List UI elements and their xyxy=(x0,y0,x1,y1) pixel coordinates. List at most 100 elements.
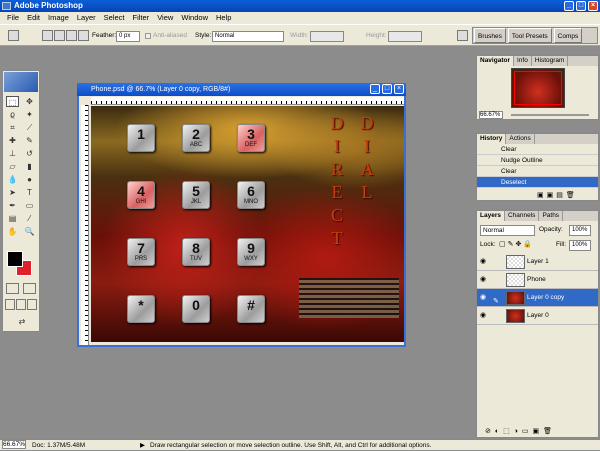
tab-channels[interactable]: Channels xyxy=(505,211,540,221)
menu-view[interactable]: View xyxy=(153,12,177,24)
status-doc-size[interactable]: Doc: 1.37M/5.48M xyxy=(32,440,85,451)
eyedropper-tool-icon[interactable]: ⁄ xyxy=(23,213,36,224)
navigator-view-box[interactable] xyxy=(514,71,562,105)
status-arrow-icon[interactable]: ▶ xyxy=(140,440,145,451)
marquee-tool-icon[interactable]: ⬚ xyxy=(6,96,19,107)
minimize-button[interactable]: _ xyxy=(564,1,574,11)
crop-tool-icon[interactable]: ⌗ xyxy=(6,122,19,133)
clone-stamp-icon[interactable]: ⊥ xyxy=(6,148,19,159)
slice-tool-icon[interactable]: ⟋ xyxy=(23,122,36,133)
menu-layer[interactable]: Layer xyxy=(73,12,100,24)
marquee-preset-icon[interactable] xyxy=(8,30,19,41)
fill-input[interactable]: 100% xyxy=(569,240,591,251)
menu-help[interactable]: Help xyxy=(212,12,235,24)
move-tool-icon[interactable]: ✥ xyxy=(23,96,36,107)
image-canvas[interactable]: 1 2 ABC 3 DEF 4 GHI 5 JKL 6 MNO 7 PRS 8 TUV 9 WXY * 0 # DIR… xyxy=(91,106,404,342)
doc-minimize-button[interactable]: _ xyxy=(370,84,380,94)
status-zoom-field[interactable]: 66.67% xyxy=(2,440,26,449)
navigator-zoom-field[interactable]: 66.67% xyxy=(479,111,503,119)
add-selection-icon[interactable] xyxy=(54,30,65,41)
vertical-ruler[interactable] xyxy=(81,105,89,345)
navigator-thumbnail[interactable] xyxy=(511,68,565,108)
magic-wand-tool-icon[interactable]: ✦ xyxy=(23,109,36,120)
eraser-tool-icon[interactable]: ▱ xyxy=(6,161,19,172)
eye-icon[interactable]: ◉ xyxy=(480,294,489,301)
jump-to-imageready-icon[interactable]: ⇄ xyxy=(13,316,31,327)
menu-image[interactable]: Image xyxy=(44,12,73,24)
close-button[interactable]: × xyxy=(588,1,598,11)
doc-maximize-button[interactable]: □ xyxy=(382,84,392,94)
screen-mode-standard-icon[interactable] xyxy=(5,299,15,310)
menu-file[interactable]: File xyxy=(3,12,23,24)
history-item[interactable]: Clear xyxy=(477,166,598,177)
foreground-color-swatch[interactable] xyxy=(7,251,23,267)
history-item[interactable]: Nudge Outline xyxy=(477,155,598,166)
feather-label: Feather: xyxy=(92,32,117,39)
tab-navigator[interactable]: Navigator xyxy=(477,56,514,66)
key-letters: TUV xyxy=(190,256,202,262)
type-tool-icon[interactable]: T xyxy=(23,187,36,198)
lasso-tool-icon[interactable]: ϱ xyxy=(6,109,19,120)
quick-mask-icon[interactable] xyxy=(23,283,36,294)
history-item-label: Deselect xyxy=(501,179,527,186)
tab-paths[interactable]: Paths xyxy=(539,211,564,221)
anti-aliased-checkbox[interactable] xyxy=(145,33,151,39)
horizontal-ruler[interactable] xyxy=(91,97,404,105)
layer-row-selected[interactable]: ◉ ✎ Layer 0 copy xyxy=(477,289,598,307)
path-selection-icon[interactable]: ➤ xyxy=(6,187,19,198)
shape-tool-icon[interactable]: ▭ xyxy=(23,200,36,211)
width-input[interactable] xyxy=(310,31,344,42)
tab-actions[interactable]: Actions xyxy=(506,134,535,144)
intersect-selection-icon[interactable] xyxy=(78,30,89,41)
eye-icon[interactable]: ◉ xyxy=(480,258,489,265)
navigator-zoom-slider[interactable] xyxy=(511,114,589,116)
blend-mode-select[interactable]: Normal xyxy=(480,225,535,236)
standard-mode-icon[interactable] xyxy=(6,283,19,294)
new-selection-icon[interactable] xyxy=(42,30,53,41)
lock-icons[interactable]: ▢✎✥🔒 xyxy=(499,240,534,248)
tab-history[interactable]: History xyxy=(477,134,507,144)
layer-row[interactable]: ◉ Layer 1 xyxy=(477,253,598,271)
menu-edit[interactable]: Edit xyxy=(23,12,44,24)
menu-filter[interactable]: Filter xyxy=(129,12,154,24)
eye-icon[interactable]: ◉ xyxy=(480,312,489,319)
doc-close-button[interactable]: × xyxy=(394,84,404,94)
menu-select[interactable]: Select xyxy=(100,12,129,24)
history-item[interactable]: Clear xyxy=(477,144,598,155)
history-actions-icons[interactable]: ▣▣▤🗑 xyxy=(537,192,597,200)
blur-tool-icon[interactable]: 💧 xyxy=(6,174,19,185)
tab-layers[interactable]: Layers xyxy=(477,211,505,221)
layer-row[interactable]: ◉ Layer 0 xyxy=(477,307,598,325)
style-select[interactable]: Normal xyxy=(212,31,284,42)
layers-footer-icons[interactable]: ⊘◐⬚◑▭▣🗑 xyxy=(485,427,597,436)
dodge-tool-icon[interactable]: ● xyxy=(23,174,36,185)
opacity-input[interactable]: 100% xyxy=(569,225,591,236)
document-title-bar[interactable]: Phone.psd @ 66.7% (Layer 0 copy, RGB/8#)… xyxy=(77,83,406,96)
screen-mode-full-icon[interactable] xyxy=(27,299,37,310)
history-brush-icon[interactable]: ↺ xyxy=(23,148,36,159)
screen-mode-menubar-icon[interactable] xyxy=(16,299,26,310)
palette-well-icon[interactable] xyxy=(457,30,468,41)
tab-info[interactable]: Info xyxy=(514,56,532,66)
history-item-label: Clear xyxy=(501,168,517,175)
feather-logo-icon[interactable] xyxy=(4,72,38,92)
tool-presets-tab[interactable]: Tool Presets xyxy=(507,28,552,43)
subtract-selection-icon[interactable] xyxy=(66,30,77,41)
layer-row[interactable]: ◉ Phone xyxy=(477,271,598,289)
comps-tab[interactable]: Comps xyxy=(553,28,583,43)
gradient-tool-icon[interactable]: ▮ xyxy=(23,161,36,172)
maximize-button[interactable]: □ xyxy=(576,1,586,11)
height-input[interactable] xyxy=(388,31,422,42)
history-item-selected[interactable]: Deselect xyxy=(477,177,598,188)
brushes-tab[interactable]: Brushes xyxy=(474,28,506,43)
hand-tool-icon[interactable]: ✋ xyxy=(6,226,19,237)
brush-tool-icon[interactable]: ✎ xyxy=(23,135,36,146)
tab-histogram[interactable]: Histogram xyxy=(532,56,569,66)
feather-input[interactable]: 0 px xyxy=(116,31,140,42)
notes-tool-icon[interactable]: ▤ xyxy=(6,213,19,224)
pen-tool-icon[interactable]: ✒ xyxy=(6,200,19,211)
zoom-tool-icon[interactable]: 🔍 xyxy=(23,226,36,237)
menu-window[interactable]: Window xyxy=(177,12,212,24)
healing-brush-icon[interactable]: ✚ xyxy=(6,135,19,146)
eye-icon[interactable]: ◉ xyxy=(480,276,489,283)
